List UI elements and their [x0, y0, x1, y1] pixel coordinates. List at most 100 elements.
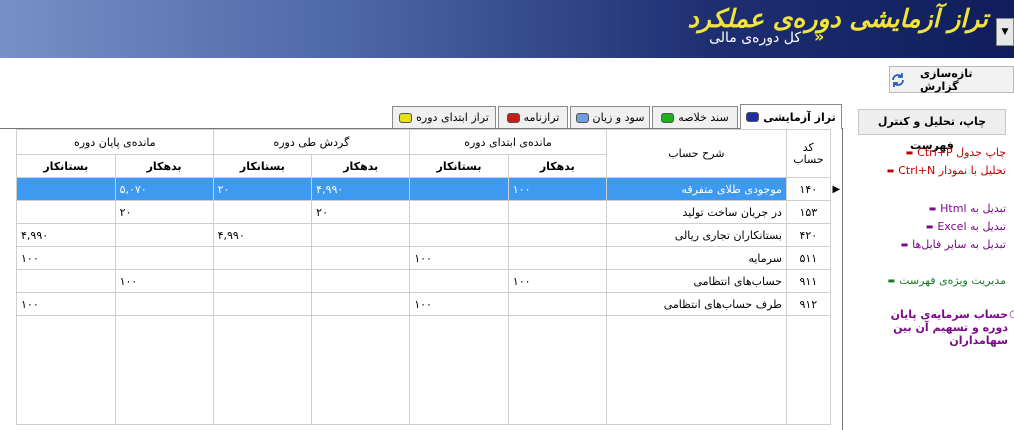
header-start-credit[interactable]: بستانکار — [409, 154, 509, 178]
capital-account-link[interactable]: ○ حساب سرمایه‌ی پایان دوره و تسهیم آن بی… — [874, 308, 1014, 347]
table-row[interactable]: ۲۰ ۲۰ در جریان ساخت تولید ۱۵۳ — [16, 200, 843, 224]
export-other-link[interactable]: تبدیل به سایر فایل‌ها ▬ — [901, 238, 1006, 251]
cell-start-credit[interactable]: ۱۰۰ — [409, 292, 509, 316]
cell-turn-credit[interactable] — [212, 200, 313, 224]
header-start-debit[interactable]: بدهکار — [507, 154, 607, 178]
bullet-icon: ▬ — [905, 148, 914, 157]
header-description[interactable]: شرح حساب — [605, 129, 787, 178]
cell-turn-debit[interactable]: ۲۰ — [311, 200, 411, 224]
report-dropdown-button[interactable]: ▼ — [996, 18, 1014, 46]
cell-code[interactable]: ۱۵۳ — [785, 200, 831, 224]
header-turnover: گردش طی دوره — [212, 129, 411, 155]
header-turn-credit[interactable]: بستانکار — [212, 154, 313, 178]
header-code[interactable]: کد حساب ▲ — [785, 129, 831, 178]
cell-turn-debit[interactable] — [311, 269, 411, 293]
tab-opening-balance[interactable]: تراز ابتدای دوره — [392, 106, 496, 128]
tab-label: سود و زیان — [592, 111, 645, 124]
export-excel-link[interactable]: تبدیل به Excel ▬ — [926, 220, 1006, 233]
header-end-debit[interactable]: بدهکار — [114, 154, 214, 178]
tab-balance-sheet[interactable]: ترازنامه — [498, 106, 568, 128]
cell-turn-credit[interactable]: ۴,۹۹۰ — [212, 223, 313, 247]
refresh-label: تازه‌سازی گزارش — [920, 66, 973, 93]
table-row[interactable]: ۱۰۰ ۱۰۰ طرف حساب‌های انتظامی ۹۱۲ — [16, 292, 843, 316]
tab-label: ترازنامه — [523, 111, 560, 124]
cell-turn-debit[interactable] — [311, 292, 411, 316]
table-row[interactable]: ۱۰۰ ۱۰۰ حساب‌های انتظامی ۹۱۱ — [16, 269, 843, 293]
row-marker-header — [830, 129, 842, 178]
cell-start-credit[interactable]: ۱۰۰ — [409, 246, 509, 270]
cell-code[interactable]: ۵۱۱ — [785, 246, 831, 270]
cell-description[interactable]: سرمایه — [605, 246, 787, 270]
bullet-icon: ▬ — [887, 276, 896, 285]
bullet-icon: ▬ — [925, 222, 934, 231]
cell-turn-credit[interactable] — [212, 246, 313, 270]
cell-start-debit[interactable] — [507, 223, 607, 247]
cell-code[interactable]: ۴۲۰ — [785, 223, 831, 247]
row-selector-icon — [830, 224, 842, 247]
header-turn-debit[interactable]: بدهکار — [311, 154, 411, 178]
cell-turn-credit[interactable]: ۲۰ — [212, 177, 313, 201]
cell-end-credit[interactable]: ۱۰۰ — [16, 292, 116, 316]
cell-end-debit[interactable] — [114, 223, 214, 247]
period-subtitle: کل دوره‌ی مالی — [709, 30, 801, 46]
cell-turn-credit[interactable] — [212, 269, 313, 293]
tab-summary-voucher[interactable]: سند خلاصه — [652, 106, 738, 128]
refresh-report-button[interactable]: تازه‌سازی گزارش — [889, 66, 1014, 93]
tab-trial-balance[interactable]: تراز آزمایشی — [740, 104, 842, 129]
cell-start-credit[interactable] — [409, 200, 509, 224]
navy-swatch-icon — [746, 112, 760, 122]
cell-description[interactable]: موجودی طلای متفرقه — [605, 177, 787, 201]
table-row[interactable]: ۴,۹۹۰ ۴,۹۹۰ بستانکاران تجاری ریالی ۴۲۰ — [16, 223, 843, 247]
cell-description[interactable]: طرف حساب‌های انتظامی — [605, 292, 787, 316]
tab-label: تراز ابتدای دوره — [416, 111, 489, 124]
cell-description[interactable]: حساب‌های انتظامی — [605, 269, 787, 293]
row-selector-icon — [830, 270, 842, 293]
header-end-credit[interactable]: بستانکار — [16, 154, 116, 178]
red-swatch-icon — [506, 112, 520, 123]
blue-swatch-icon — [575, 112, 589, 123]
tab-label: سند خلاصه — [678, 111, 729, 124]
cell-start-debit[interactable]: ۱۰۰ — [507, 269, 607, 293]
green-swatch-icon — [661, 112, 675, 123]
cell-end-debit[interactable] — [114, 292, 214, 316]
cell-end-debit[interactable]: ۲۰ — [114, 200, 214, 224]
cell-start-credit[interactable] — [409, 177, 509, 201]
table-row[interactable]: ۵,۰۷۰ ۲۰ ۴,۹۹۰ ۱۰۰ موجودی طلای متفرقه ۱۴۰ ▶ — [16, 177, 842, 201]
list-management-link[interactable]: مدیریت ویژه‌ی فهرست ▬ — [888, 274, 1006, 287]
cell-start-credit[interactable] — [409, 269, 509, 293]
tab-profit-loss[interactable]: سود و زیان — [570, 106, 650, 128]
cell-end-credit[interactable]: ۴,۹۹۰ — [16, 223, 116, 247]
cell-description[interactable]: در جریان ساخت تولید — [605, 200, 787, 224]
cell-start-debit[interactable] — [507, 292, 607, 316]
export-html-link[interactable]: تبدیل به Html ▬ — [929, 202, 1006, 215]
side-panel: چاپ، تحلیل و کنترل فهرست چاپ جدول Ctrl+P… — [850, 104, 1014, 430]
cell-end-debit[interactable]: ۵,۰۷۰ — [114, 177, 214, 201]
cell-turn-debit[interactable] — [311, 246, 411, 270]
chart-analysis-link[interactable]: تحلیل با نمودار Ctrl+N ▬ — [887, 164, 1006, 177]
cell-end-credit[interactable] — [16, 177, 116, 201]
chevron-down-icon: ▼ — [1001, 27, 1009, 37]
cell-code[interactable]: ۱۴۰ — [785, 177, 831, 201]
cell-start-debit[interactable] — [507, 200, 607, 224]
cell-end-credit[interactable] — [16, 200, 116, 224]
table-row[interactable]: ۱۰۰ ۱۰۰ سرمایه ۵۱۱ — [16, 246, 843, 270]
cell-code[interactable]: ۹۱۱ — [785, 269, 831, 293]
cell-start-credit[interactable] — [409, 223, 509, 247]
bullet-icon: ▬ — [886, 166, 895, 175]
print-table-link[interactable]: چاپ جدول Ctrl+P ▬ — [906, 146, 1006, 159]
cell-turn-debit[interactable]: ۴,۹۹۰ — [311, 177, 411, 201]
trial-balance-table: مانده‌ی پایان دوره گردش طی دوره مانده‌ی … — [16, 129, 842, 425]
cell-code[interactable]: ۹۱۲ — [785, 292, 831, 316]
header-banner: تراز آزمایشی دوره‌ی عملکرد » کل دوره‌ی م… — [0, 0, 1014, 58]
row-selector-icon: ▶ — [830, 177, 842, 201]
cell-start-debit[interactable]: ۱۰۰ — [507, 177, 607, 201]
cell-end-debit[interactable]: ۱۰۰ — [114, 269, 214, 293]
cell-end-credit[interactable]: ۱۰۰ — [16, 246, 116, 270]
cell-turn-debit[interactable] — [311, 223, 411, 247]
cell-description[interactable]: بستانکاران تجاری ریالی — [605, 223, 787, 247]
cell-end-debit[interactable] — [114, 246, 214, 270]
cell-end-credit[interactable] — [16, 269, 116, 293]
cell-start-debit[interactable] — [507, 246, 607, 270]
cell-turn-credit[interactable] — [212, 292, 313, 316]
row-selector-icon — [830, 247, 842, 270]
